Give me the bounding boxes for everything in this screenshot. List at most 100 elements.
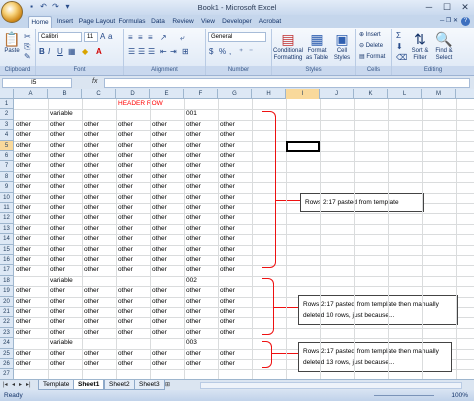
cell-f22[interactable]: other bbox=[184, 317, 201, 327]
cell-g15[interactable]: other bbox=[218, 245, 235, 255]
cell-f6[interactable]: other bbox=[184, 151, 201, 161]
decrease-decimal-icon[interactable]: ⁻ bbox=[249, 47, 253, 56]
close-button[interactable]: ✕ bbox=[456, 0, 474, 14]
cell-a15[interactable]: other bbox=[14, 245, 31, 255]
row-header-15[interactable]: 15 bbox=[0, 244, 14, 255]
cell-c14[interactable]: other bbox=[82, 234, 99, 244]
cell-b18[interactable]: variable bbox=[48, 276, 73, 286]
cell-b4[interactable]: other bbox=[48, 130, 65, 140]
select-all-corner[interactable] bbox=[0, 89, 14, 99]
cell-c11[interactable]: other bbox=[82, 203, 99, 213]
cell-g23[interactable]: other bbox=[218, 328, 235, 338]
cell-d6[interactable]: other bbox=[116, 151, 133, 161]
cell-e22[interactable]: other bbox=[150, 317, 167, 327]
find-select-button[interactable]: 🔍 Find & Select bbox=[432, 31, 456, 62]
cell-c22[interactable]: other bbox=[82, 317, 99, 327]
cell-f17[interactable]: other bbox=[184, 265, 201, 275]
cell-f21[interactable]: other bbox=[184, 307, 201, 317]
cell-e6[interactable]: other bbox=[150, 151, 167, 161]
cell-g12[interactable]: other bbox=[218, 213, 235, 223]
row-header-18[interactable]: 18 bbox=[0, 275, 14, 287]
font-color-icon[interactable]: A bbox=[96, 47, 102, 56]
align-left-icon[interactable]: ☰ bbox=[128, 47, 135, 56]
cell-g22[interactable]: other bbox=[218, 317, 235, 327]
cell-d16[interactable]: other bbox=[116, 255, 133, 265]
cell-e7[interactable]: other bbox=[150, 161, 167, 171]
formula-input[interactable] bbox=[104, 78, 470, 88]
tab-page-layout[interactable]: Page Layout bbox=[78, 16, 116, 28]
row-header-8[interactable]: 8 bbox=[0, 171, 14, 183]
cell-b25[interactable]: other bbox=[48, 349, 65, 359]
font-size-select[interactable]: 11 bbox=[84, 32, 98, 42]
cell-a9[interactable]: other bbox=[14, 182, 31, 192]
cell-f9[interactable]: other bbox=[184, 182, 201, 192]
last-sheet-icon[interactable]: ▸| bbox=[26, 381, 31, 388]
tab-developer[interactable]: Developer bbox=[221, 16, 253, 28]
cell-g3[interactable]: other bbox=[218, 120, 235, 130]
clear-icon[interactable]: ⌫ bbox=[396, 53, 407, 62]
cell-d3[interactable]: other bbox=[116, 120, 133, 130]
cell-b2[interactable]: variable bbox=[48, 109, 73, 119]
cell-c17[interactable]: other bbox=[82, 265, 99, 275]
column-header-a[interactable]: A bbox=[14, 89, 48, 99]
cell-e12[interactable]: other bbox=[150, 213, 167, 223]
cell-b8[interactable]: other bbox=[48, 172, 65, 182]
cell-c4[interactable]: other bbox=[82, 130, 99, 140]
cell-f26[interactable]: other bbox=[184, 359, 201, 369]
cell-g5[interactable]: other bbox=[218, 141, 235, 151]
cell-c25[interactable]: other bbox=[82, 349, 99, 359]
cell-f12[interactable]: other bbox=[184, 213, 201, 223]
shrink-font-icon[interactable]: a bbox=[108, 32, 112, 41]
borders-icon[interactable]: ▦ bbox=[68, 47, 76, 56]
cell-c19[interactable]: other bbox=[82, 286, 99, 296]
cell-f2[interactable]: 001 bbox=[184, 109, 197, 119]
ribbon-minimize-icon[interactable]: ─ ❐ ✕ bbox=[440, 17, 458, 24]
cell-a10[interactable]: other bbox=[14, 193, 31, 203]
cell-b13[interactable]: other bbox=[48, 224, 65, 234]
sheet-tab-sheet3[interactable]: Sheet3 bbox=[134, 380, 165, 390]
cell-c5[interactable]: other bbox=[82, 141, 99, 151]
cell-f4[interactable]: other bbox=[184, 130, 201, 140]
decrease-indent-icon[interactable]: ⇤ bbox=[160, 47, 167, 56]
cell-b15[interactable]: other bbox=[48, 245, 65, 255]
column-header-f[interactable]: F bbox=[184, 89, 218, 99]
cell-g19[interactable]: other bbox=[218, 286, 235, 296]
cell-a3[interactable]: other bbox=[14, 120, 31, 130]
cell-d7[interactable]: other bbox=[116, 161, 133, 171]
cell-b5[interactable]: other bbox=[48, 141, 65, 151]
tab-formulas[interactable]: Formulas bbox=[118, 16, 146, 28]
cell-e15[interactable]: other bbox=[150, 245, 167, 255]
tab-view[interactable]: View bbox=[199, 16, 217, 28]
cell-d14[interactable]: other bbox=[116, 234, 133, 244]
cell-e26[interactable]: other bbox=[150, 359, 167, 369]
cell-c21[interactable]: other bbox=[82, 307, 99, 317]
row-header-6[interactable]: 6 bbox=[0, 151, 14, 162]
bold-icon[interactable]: B bbox=[39, 47, 45, 56]
column-header-j[interactable]: J bbox=[320, 89, 354, 99]
cell-g25[interactable]: other bbox=[218, 349, 235, 359]
row-header-19[interactable]: 19 bbox=[0, 286, 14, 297]
cell-e25[interactable]: other bbox=[150, 349, 167, 359]
cell-e4[interactable]: other bbox=[150, 130, 167, 140]
worksheet-grid[interactable]: ABCDEFGHIJKLM 1 HEADER ROW 2 variable 001 3 ot… bbox=[0, 89, 474, 379]
cell-b6[interactable]: other bbox=[48, 151, 65, 161]
cell-c9[interactable]: other bbox=[82, 182, 99, 192]
row-header-22[interactable]: 22 bbox=[0, 317, 14, 328]
paste-button[interactable]: 📋 Paste bbox=[2, 31, 22, 55]
wrap-text-icon[interactable]: ⤶ bbox=[180, 33, 184, 42]
cell-c3[interactable]: other bbox=[82, 120, 99, 130]
row-header-3[interactable]: 3 bbox=[0, 119, 14, 131]
cell-d21[interactable]: other bbox=[116, 307, 133, 317]
cell-f5[interactable]: other bbox=[184, 141, 201, 151]
cell-d15[interactable]: other bbox=[116, 245, 133, 255]
sheet-tab-sheet2[interactable]: Sheet2 bbox=[104, 380, 135, 390]
sort-filter-button[interactable]: ⇅ Sort & Filter bbox=[408, 31, 432, 62]
row-header-4[interactable]: 4 bbox=[0, 130, 14, 141]
row-header-14[interactable]: 14 bbox=[0, 234, 14, 245]
format-as-table-button[interactable]: ▦ Format as Table bbox=[304, 31, 330, 62]
cell-g20[interactable]: other bbox=[218, 297, 235, 307]
cell-d4[interactable]: other bbox=[116, 130, 133, 140]
column-header-i[interactable]: I bbox=[286, 89, 320, 99]
cell-c23[interactable]: other bbox=[82, 328, 99, 338]
cell-e17[interactable]: other bbox=[150, 265, 167, 275]
